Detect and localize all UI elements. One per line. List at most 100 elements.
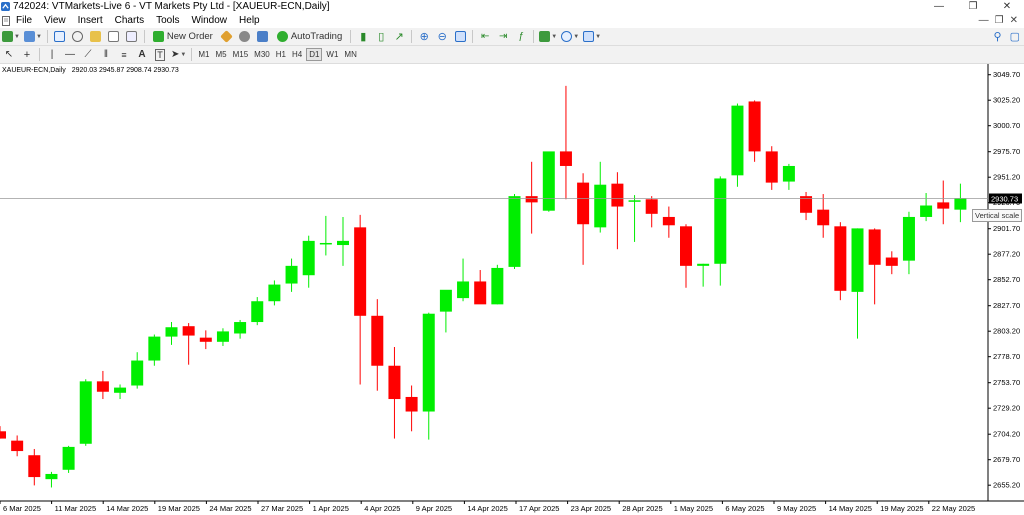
- text-label-icon: T: [155, 48, 165, 61]
- mdi-minimize-icon[interactable]: —: [979, 13, 989, 28]
- equidistant-channel-button[interactable]: ‖: [99, 47, 113, 62]
- profiles-button[interactable]: ▼: [23, 29, 42, 44]
- profiles-icon: [23, 31, 35, 42]
- mdi-restore-icon[interactable]: ❐: [995, 13, 1004, 28]
- current-price-label: 2930.73: [991, 195, 1018, 204]
- minimize-icon[interactable]: —: [922, 0, 956, 13]
- candle-body: [62, 446, 75, 470]
- new-order-button[interactable]: New Order: [150, 29, 216, 44]
- cursor-icon: ↖: [4, 49, 14, 60]
- crosshair-button[interactable]: +: [20, 47, 34, 62]
- new-chart-button[interactable]: ▼: [2, 29, 20, 44]
- arrows-button[interactable]: ➤ ▼: [171, 47, 186, 62]
- vps-button[interactable]: [256, 29, 270, 44]
- restore-icon[interactable]: ❐: [956, 0, 990, 13]
- candle-body: [302, 240, 315, 276]
- time-tick-label: 22 May 2025: [932, 504, 975, 513]
- chart-shift-button[interactable]: ⇤: [478, 29, 492, 44]
- timeframe-mn[interactable]: MN: [342, 48, 358, 61]
- candle-body: [577, 182, 590, 225]
- menu-window[interactable]: Window: [185, 13, 233, 28]
- candlestick-chart[interactable]: 3049.703025.203000.702975.702951.202926.…: [0, 64, 1024, 515]
- text-label-button[interactable]: T: [153, 47, 167, 62]
- periods-button[interactable]: ▼: [561, 29, 579, 44]
- price-tick-label: 2803.20: [993, 327, 1020, 336]
- price-chart[interactable]: 3049.703025.203000.702975.702951.202926.…: [0, 64, 1024, 515]
- autotrading-icon: [276, 31, 288, 42]
- autotrading-button[interactable]: AutoTrading: [274, 29, 345, 44]
- market-watch-button[interactable]: [53, 29, 67, 44]
- candle-body: [28, 455, 41, 478]
- bar-chart-icon: ▮: [360, 31, 367, 43]
- menu-help[interactable]: Help: [233, 13, 266, 28]
- time-tick-label: 6 Mar 2025: [3, 504, 41, 513]
- candle-body: [79, 381, 92, 444]
- chat-icon[interactable]: ▢: [1010, 30, 1020, 43]
- trendline-icon: ⟋: [84, 49, 92, 60]
- menu-file[interactable]: File: [10, 13, 38, 28]
- indicators-list-button[interactable]: ▼: [539, 29, 557, 44]
- dropdown-arrow-icon: ▼: [35, 33, 42, 40]
- vertical-scale-tooltip: Vertical scale: [972, 209, 1023, 222]
- candle-body: [148, 336, 161, 361]
- window-title: 742024: VTMarkets-Live 6 - VT Markets Pt…: [13, 1, 330, 12]
- candle-body: [96, 381, 109, 392]
- time-tick-label: 24 Mar 2025: [209, 504, 251, 513]
- vertical-line-button[interactable]: |: [45, 47, 59, 62]
- data-window-button[interactable]: [71, 29, 85, 44]
- strategy-tester-button[interactable]: [125, 29, 139, 44]
- fibonacci-button[interactable]: ≡: [117, 47, 131, 62]
- metaeditor-button[interactable]: [220, 29, 234, 44]
- candle-body: [319, 242, 332, 245]
- trendline-button[interactable]: ⟋: [81, 47, 95, 62]
- timeframe-h1[interactable]: H1: [274, 48, 288, 61]
- cursor-button[interactable]: ↖: [2, 47, 16, 62]
- time-tick-label: 9 May 2025: [777, 504, 816, 513]
- timeframe-w1[interactable]: W1: [324, 48, 340, 61]
- time-tick-label: 28 Apr 2025: [622, 504, 662, 513]
- terminal-button[interactable]: [107, 29, 121, 44]
- dropdown-arrow-icon: ▼: [14, 33, 20, 40]
- candle-body: [885, 257, 898, 266]
- autoscroll-button[interactable]: ⇥: [496, 29, 510, 44]
- close-icon[interactable]: ✕: [990, 0, 1024, 13]
- menu-insert[interactable]: Insert: [72, 13, 109, 28]
- menu-view[interactable]: View: [38, 13, 72, 28]
- candle-body: [354, 227, 367, 316]
- chart-info: XAUEUR-ECN,Daily 2920.03 2945.87 2908.74…: [2, 67, 179, 74]
- bar-chart-button[interactable]: ▮: [356, 29, 370, 44]
- candle-body: [714, 178, 727, 264]
- timeframe-m30[interactable]: M30: [252, 48, 272, 61]
- dropdown-arrow-icon: ▼: [595, 33, 602, 40]
- text-button[interactable]: A: [135, 47, 149, 62]
- templates-icon: [583, 31, 595, 42]
- document-icon[interactable]: [2, 15, 10, 26]
- timeframe-h4[interactable]: H4: [290, 48, 304, 61]
- price-tick-label: 2901.70: [993, 224, 1020, 233]
- time-tick-label: 9 Apr 2025: [416, 504, 452, 513]
- timeframe-m5[interactable]: M5: [213, 48, 228, 61]
- price-tick-label: 2852.70: [993, 275, 1020, 284]
- timeframe-m15[interactable]: M15: [231, 48, 251, 61]
- mdi-close-icon[interactable]: ✕: [1010, 13, 1018, 28]
- search-icon[interactable]: ⚲: [994, 30, 1002, 43]
- window-controls: — ❐ ✕: [922, 0, 1024, 13]
- zoom-out-button[interactable]: ⊖: [435, 29, 449, 44]
- horizontal-line-button[interactable]: —: [63, 47, 77, 62]
- zoom-in-button[interactable]: ⊕: [417, 29, 431, 44]
- line-chart-button[interactable]: ↗: [392, 29, 406, 44]
- time-tick-label: 11 Mar 2025: [55, 504, 97, 513]
- navigator-button[interactable]: [89, 29, 103, 44]
- timeframe-d1[interactable]: D1: [306, 48, 323, 61]
- folder-icon: [90, 31, 102, 42]
- menu-tools[interactable]: Tools: [150, 13, 185, 28]
- price-tick-label: 2753.70: [993, 378, 1020, 387]
- timeframe-m1[interactable]: M1: [196, 48, 211, 61]
- candlestick-button[interactable]: ▯: [374, 29, 388, 44]
- templates-button[interactable]: ▼: [583, 29, 601, 44]
- time-tick-label: 4 Apr 2025: [364, 504, 400, 513]
- indicators-button[interactable]: ƒ: [514, 29, 528, 44]
- tile-windows-button[interactable]: [453, 29, 467, 44]
- market-button[interactable]: [238, 29, 252, 44]
- menu-charts[interactable]: Charts: [109, 13, 150, 28]
